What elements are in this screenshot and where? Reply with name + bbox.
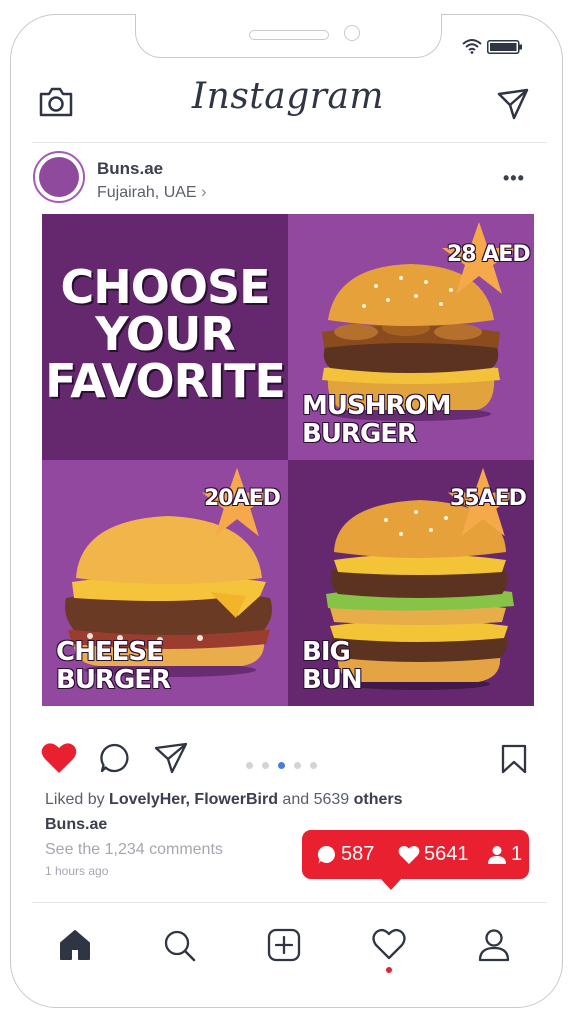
view-comments-link[interactable]: See the 1,234 comments <box>45 841 223 859</box>
header-divider <box>32 142 547 143</box>
carousel-dot <box>294 762 301 769</box>
big-bun-cell: 35AED BIG BUN <box>288 460 534 706</box>
home-icon[interactable] <box>58 928 92 962</box>
instagram-logo: Instagram <box>191 76 385 117</box>
liked-by-others: others <box>353 791 403 808</box>
heart-icon <box>398 845 420 864</box>
post-location[interactable]: Fujairah, UAE › <box>97 182 207 202</box>
price-label: 28 AED <box>447 242 531 267</box>
headline-line: YOUR <box>95 307 236 361</box>
headline-cell: CHOOSE YOUR FAVORITE <box>42 214 288 460</box>
carousel-dot-active <box>278 762 285 769</box>
comments-count-value: 587 <box>341 843 375 865</box>
share-icon[interactable] <box>154 742 188 774</box>
post-timestamp: 1 hours ago <box>45 864 109 878</box>
caption-username[interactable]: Buns.ae <box>45 816 107 834</box>
wifi-icon <box>462 39 482 54</box>
headline-line: FAVORITE <box>45 354 286 408</box>
burger-name-line: BUN <box>302 665 363 695</box>
carousel-indicator <box>246 756 326 774</box>
person-icon <box>488 845 506 864</box>
burger-name-line: BURGER <box>56 665 171 695</box>
like-heart-icon[interactable] <box>41 742 77 774</box>
followers-count-value: 1 <box>511 843 523 865</box>
burger-name: MUSHROM BURGER <box>302 391 451 449</box>
likes-count-value: 5641 <box>424 843 469 865</box>
burger-name: BIG BUN <box>302 637 363 695</box>
price-label: 35AED <box>450 486 527 511</box>
followers-count: 1 <box>487 843 522 866</box>
carousel-dot <box>246 762 253 769</box>
carousel-dot <box>262 762 269 769</box>
burger-name-line: BURGER <box>302 419 417 449</box>
chevron-right-icon: › <box>201 182 207 201</box>
post-image[interactable]: CHOOSE YOUR FAVORITE 28 AED MUSHROM BURG… <box>42 214 534 706</box>
phone-speaker <box>249 30 329 40</box>
notification-pointer <box>380 878 402 890</box>
activity-icon[interactable] <box>372 928 406 960</box>
front-camera <box>344 25 360 41</box>
burger-name-line: CHEESE <box>56 637 164 667</box>
burger-name-line: MUSHROM <box>302 391 451 421</box>
add-post-icon[interactable] <box>267 928 301 962</box>
nav-divider <box>32 902 547 903</box>
more-options-icon[interactable]: ••• <box>503 168 525 189</box>
search-icon[interactable] <box>162 928 196 962</box>
carousel-dot <box>310 762 317 769</box>
comments-count: 587 <box>317 843 374 866</box>
battery-icon <box>487 40 522 54</box>
activity-notification[interactable]: 587 5641 1 <box>302 830 529 879</box>
send-icon[interactable] <box>497 88 529 120</box>
avatar[interactable] <box>33 151 85 203</box>
burger-name-line: BIG <box>302 637 351 667</box>
activity-indicator-dot <box>386 967 392 973</box>
comment-bubble-icon <box>317 845 335 863</box>
liked-by-prefix: Liked by <box>45 791 110 808</box>
price-label: 20AED <box>204 486 281 511</box>
liked-by-count: and 5639 <box>277 791 354 808</box>
profile-icon[interactable] <box>477 928 511 962</box>
cheese-burger-cell: 20AED CHEESE BURGER <box>42 460 288 706</box>
headline-line: CHOOSE <box>60 260 270 314</box>
bookmark-icon[interactable] <box>501 744 527 774</box>
likes-count: 5641 <box>398 843 469 866</box>
comment-icon[interactable] <box>99 742 131 774</box>
liked-by-users: LovelyHer, FlowerBird <box>109 791 278 808</box>
post-username[interactable]: Buns.ae <box>97 159 163 179</box>
burger-name: CHEESE BURGER <box>56 637 171 695</box>
location-text: Fujairah, UAE <box>97 184 197 201</box>
headline: CHOOSE YOUR FAVORITE <box>42 264 288 405</box>
liked-by-text[interactable]: Liked by LovelyHer, FlowerBird and 5639 … <box>45 791 403 809</box>
mushroom-burger-cell: 28 AED MUSHROM BURGER <box>288 214 534 460</box>
